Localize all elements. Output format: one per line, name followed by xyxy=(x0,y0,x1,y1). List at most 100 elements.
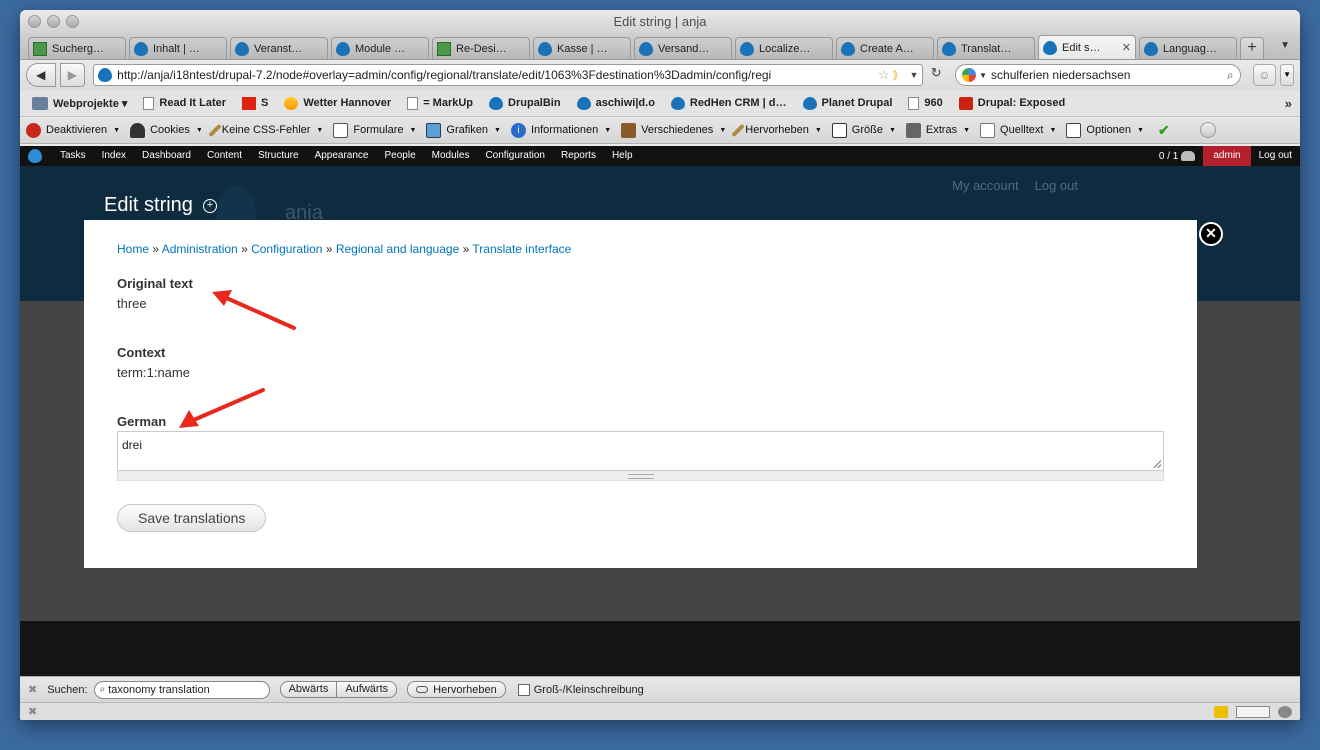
checkbox-icon[interactable] xyxy=(517,683,530,696)
tab-list-chevron-icon[interactable]: ▼ xyxy=(1280,40,1290,51)
back-button[interactable]: ◀ xyxy=(26,63,56,87)
url-bar[interactable]: http://anja/i18ntest/drupal-7.2/node#ove… xyxy=(93,64,924,86)
devtool-menu-quelltext[interactable]: Quelltext ▼ xyxy=(980,122,1056,138)
overlay-close-icon[interactable]: ✕ xyxy=(1199,222,1223,246)
toolbar-link-reports[interactable]: Reports xyxy=(553,146,604,166)
devtool-menu-formulare[interactable]: Formulare ▼ xyxy=(333,122,416,138)
bookmark-webprojekte[interactable]: Webprojekte ▾ xyxy=(32,96,127,110)
devtool-menu-gr-e[interactable]: Größe ▼ xyxy=(831,122,896,138)
devtool-menu-optionen[interactable]: Optionen ▼ xyxy=(1066,122,1144,138)
bookmark-markup[interactable]: = MarkUp xyxy=(407,96,473,110)
bookmark-s[interactable]: S xyxy=(242,96,268,110)
url-text[interactable]: http://anja/i18ntest/drupal-7.2/node#ove… xyxy=(117,68,875,82)
browser-tab[interactable]: Module … xyxy=(331,37,429,59)
new-tab-button[interactable]: + xyxy=(1240,37,1264,59)
devtool-menu-deaktivieren[interactable]: Deaktivieren ▼ xyxy=(26,122,120,138)
toolbar-user-link[interactable]: admin xyxy=(1203,146,1251,166)
site-logout-link[interactable]: Log out xyxy=(1035,178,1078,193)
match-case-checkbox[interactable]: Groß-/Kleinschreibung xyxy=(517,683,644,696)
browser-tab[interactable]: Kasse | … xyxy=(533,37,631,59)
forward-button[interactable]: ▶ xyxy=(59,63,86,87)
add-shortcut-icon[interactable]: + xyxy=(202,198,217,213)
browser-tab[interactable]: Sucherg… xyxy=(28,37,126,59)
close-find-bar-icon[interactable]: ✖ xyxy=(28,683,37,696)
my-account-link[interactable]: My account xyxy=(952,178,1018,193)
url-history-chevron-icon[interactable]: ▼ xyxy=(909,70,918,80)
browser-tab[interactable]: Localize… xyxy=(735,37,833,59)
close-tab-icon[interactable]: ✕ xyxy=(1122,41,1131,54)
toolbar-link-appearance[interactable]: Appearance xyxy=(307,146,377,166)
bookmark-redhen-crm-d[interactable]: RedHen CRM | d… xyxy=(670,96,787,110)
devtool-menu-verschiedenes[interactable]: Verschiedenes ▼ xyxy=(621,122,726,138)
save-translations-button[interactable]: Save translations xyxy=(117,504,267,532)
toolbar-link-content[interactable]: Content xyxy=(199,146,250,166)
bookmark-960[interactable]: 960 xyxy=(908,96,943,110)
find-input[interactable]: ⌕ taxonomy translation xyxy=(93,680,270,699)
find-next-button[interactable]: Abwärts xyxy=(279,681,338,698)
resize-corner-icon[interactable] xyxy=(1153,460,1161,468)
toolbar-link-help[interactable]: Help xyxy=(604,146,641,166)
toolbar-link-modules[interactable]: Modules xyxy=(424,146,478,166)
breadcrumb-regional-language[interactable]: Regional and language xyxy=(336,242,459,256)
bookmark-drupalbin[interactable]: DrupalBin xyxy=(489,96,561,110)
browser-tab[interactable]: Translat… xyxy=(937,37,1035,59)
web-search-box[interactable]: ▼ schulferien niedersachsen ⌕ xyxy=(955,64,1241,86)
reload-icon[interactable]: ↻ xyxy=(927,65,945,85)
find-input-value[interactable]: taxonomy translation xyxy=(108,684,210,696)
devtool-menu-grafiken[interactable]: Grafiken ▼ xyxy=(426,122,501,138)
breadcrumb-administration[interactable]: Administration xyxy=(162,242,238,256)
textarea-resize-grip[interactable] xyxy=(117,471,1164,481)
feed-icon[interactable]: 》 xyxy=(892,67,903,83)
toolbar-link-structure[interactable]: Structure xyxy=(250,146,307,166)
breadcrumb-home[interactable]: Home xyxy=(117,242,149,256)
zoom-window-button[interactable] xyxy=(66,15,79,28)
toolbar-logout-link[interactable]: Log out xyxy=(1251,146,1300,166)
more-bookmarks-chevron-icon[interactable]: » xyxy=(1285,96,1292,111)
page-icon xyxy=(908,96,920,110)
minimize-window-button[interactable] xyxy=(47,15,60,28)
browser-tab[interactable]: Veranst… xyxy=(230,37,328,59)
addon-face-icon[interactable]: ☺ xyxy=(1252,64,1277,86)
toolbar-link-dashboard[interactable]: Dashboard xyxy=(134,146,199,166)
close-window-button[interactable] xyxy=(28,15,41,28)
devtool-menu-extras[interactable]: Extras ▼ xyxy=(905,122,970,138)
close-status-bar-icon[interactable]: ✖ xyxy=(28,705,37,718)
browser-tab[interactable]: Languag… xyxy=(1139,37,1237,59)
google-icon xyxy=(962,68,977,82)
browser-tab[interactable]: Inhalt | … xyxy=(129,37,227,59)
drupal-home-icon[interactable] xyxy=(28,149,42,163)
devtool-menu-informationen[interactable]: i Informationen ▼ xyxy=(510,122,611,138)
browser-tab[interactable]: Edit s… ✕ xyxy=(1038,35,1136,59)
status-selector-icon[interactable] xyxy=(1236,705,1270,718)
browser-tab[interactable]: Re-Desi… xyxy=(432,37,530,59)
bookmark-read-it-later[interactable]: Read It Later xyxy=(143,96,226,110)
browser-tab[interactable]: Create A… xyxy=(836,37,934,59)
search-icon[interactable]: ⌕ xyxy=(1227,68,1234,83)
toolbar-link-tasks[interactable]: Tasks xyxy=(52,146,94,166)
addon-chevron-icon[interactable]: ▼ xyxy=(1280,64,1294,86)
extension-status-icon[interactable] xyxy=(1214,705,1228,718)
bookmark-star-icon[interactable]: ☆ xyxy=(878,67,890,83)
browser-tab[interactable]: Versand… xyxy=(634,37,732,59)
bookmark-wetter-hannover[interactable]: Wetter Hannover xyxy=(284,96,391,110)
toolbar-link-index[interactable]: Index xyxy=(94,146,134,166)
status-circle-icon[interactable] xyxy=(1199,122,1216,138)
breadcrumb-configuration[interactable]: Configuration xyxy=(251,242,322,256)
highlight-all-button[interactable]: Hervorheben xyxy=(407,681,506,698)
find-previous-button[interactable]: Aufwärts xyxy=(337,681,398,698)
devtool-menu-hervorheben[interactable]: Hervorheben ▼ xyxy=(731,123,822,138)
toolbar-link-configuration[interactable]: Configuration xyxy=(477,146,552,166)
bookmark-planet-drupal[interactable]: Planet Drupal xyxy=(802,96,892,110)
bookmark-drupal-exposed[interactable]: Drupal: Exposed xyxy=(958,96,1065,110)
breadcrumb-translate-interface[interactable]: Translate interface xyxy=(472,242,571,256)
bookmark-aschiwi-d-o[interactable]: aschiwi|d.o xyxy=(576,96,655,110)
toolbar-link-people[interactable]: People xyxy=(377,146,424,166)
devtool-menu-keine-css-fehler[interactable]: Keine CSS-Fehler ▼ xyxy=(208,123,323,138)
german-translation-value[interactable]: drei xyxy=(122,438,142,452)
search-input[interactable]: schulferien niedersachsen xyxy=(991,68,1227,82)
tab-label: Kasse | … xyxy=(557,42,608,55)
german-translation-textarea[interactable]: drei xyxy=(117,431,1164,471)
validation-check-icon[interactable]: ✔ xyxy=(1158,122,1170,139)
search-engine-chevron-icon[interactable]: ▼ xyxy=(979,71,987,80)
devtool-menu-cookies[interactable]: Cookies ▼ xyxy=(130,122,203,138)
